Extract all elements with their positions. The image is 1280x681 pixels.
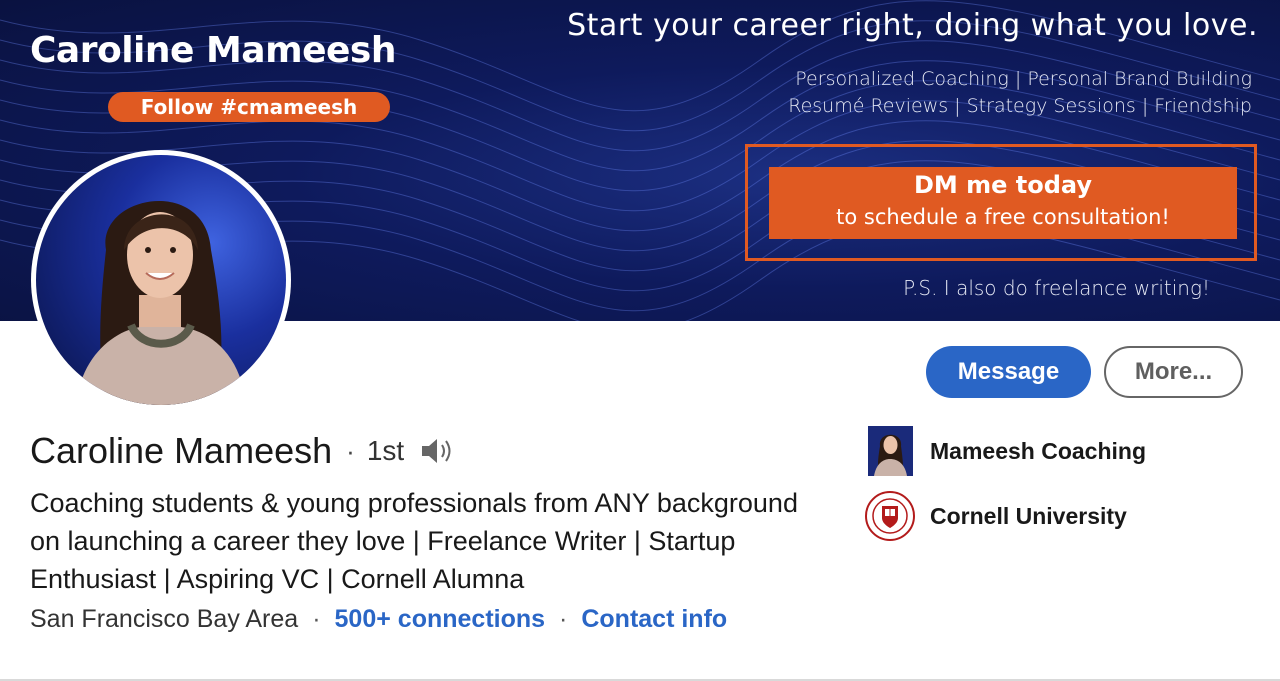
profile-location: San Francisco Bay Area [30,605,299,633]
banner-tagline: Start your career right, doing what you … [567,8,1258,43]
organization-name: Mameesh Coaching [930,437,1146,464]
profile-headline: Coaching students & young professionals … [30,488,798,594]
cta-subtitle: to schedule a free consultation! [836,205,1170,229]
follow-hashtag-badge: Follow #cmameesh [108,92,390,122]
ps-note: P.S. I also do freelance writing! [903,276,1210,300]
cornell-seal-icon [865,491,915,541]
more-button[interactable]: More... [1104,346,1243,398]
speaker-icon [422,439,451,463]
person-portrait-icon [76,200,246,405]
avatar-photo [36,155,286,405]
profile-name: Caroline Mameesh [30,430,333,471]
profile-name-row: Caroline Mameesh · 1st [30,430,454,472]
services-list: Personalized Coaching | Personal Brand B… [788,66,1252,120]
message-button[interactable]: Message [926,346,1091,398]
organization-item-cornell[interactable]: Cornell University [865,491,1127,541]
profile-avatar[interactable] [31,150,291,410]
services-line: Personalized Coaching | Personal Brand B… [795,68,1252,90]
connections-link[interactable]: 500+ connections [335,605,546,634]
separator-dot: · [312,605,321,633]
contact-info-link[interactable]: Contact info [581,605,727,634]
separator-dot: · [559,605,568,633]
pronunciation-speaker-icon[interactable] [420,436,454,466]
profile-meta-row: San Francisco Bay Area · 500+ connection… [30,605,727,634]
organization-name: Cornell University [930,502,1127,529]
cta-title: DM me today [913,171,1093,199]
cta-box: DM me today to schedule a free consultat… [769,167,1237,239]
connection-degree: 1st [366,435,405,466]
separator-dot: · [346,435,355,466]
company-logo-icon [868,426,913,476]
services-line: Resumé Reviews | Strategy Sessions | Fri… [788,95,1252,117]
banner-name: Caroline Mameesh [30,30,396,71]
organization-item-mameesh-coaching[interactable]: Mameesh Coaching [868,426,1146,476]
